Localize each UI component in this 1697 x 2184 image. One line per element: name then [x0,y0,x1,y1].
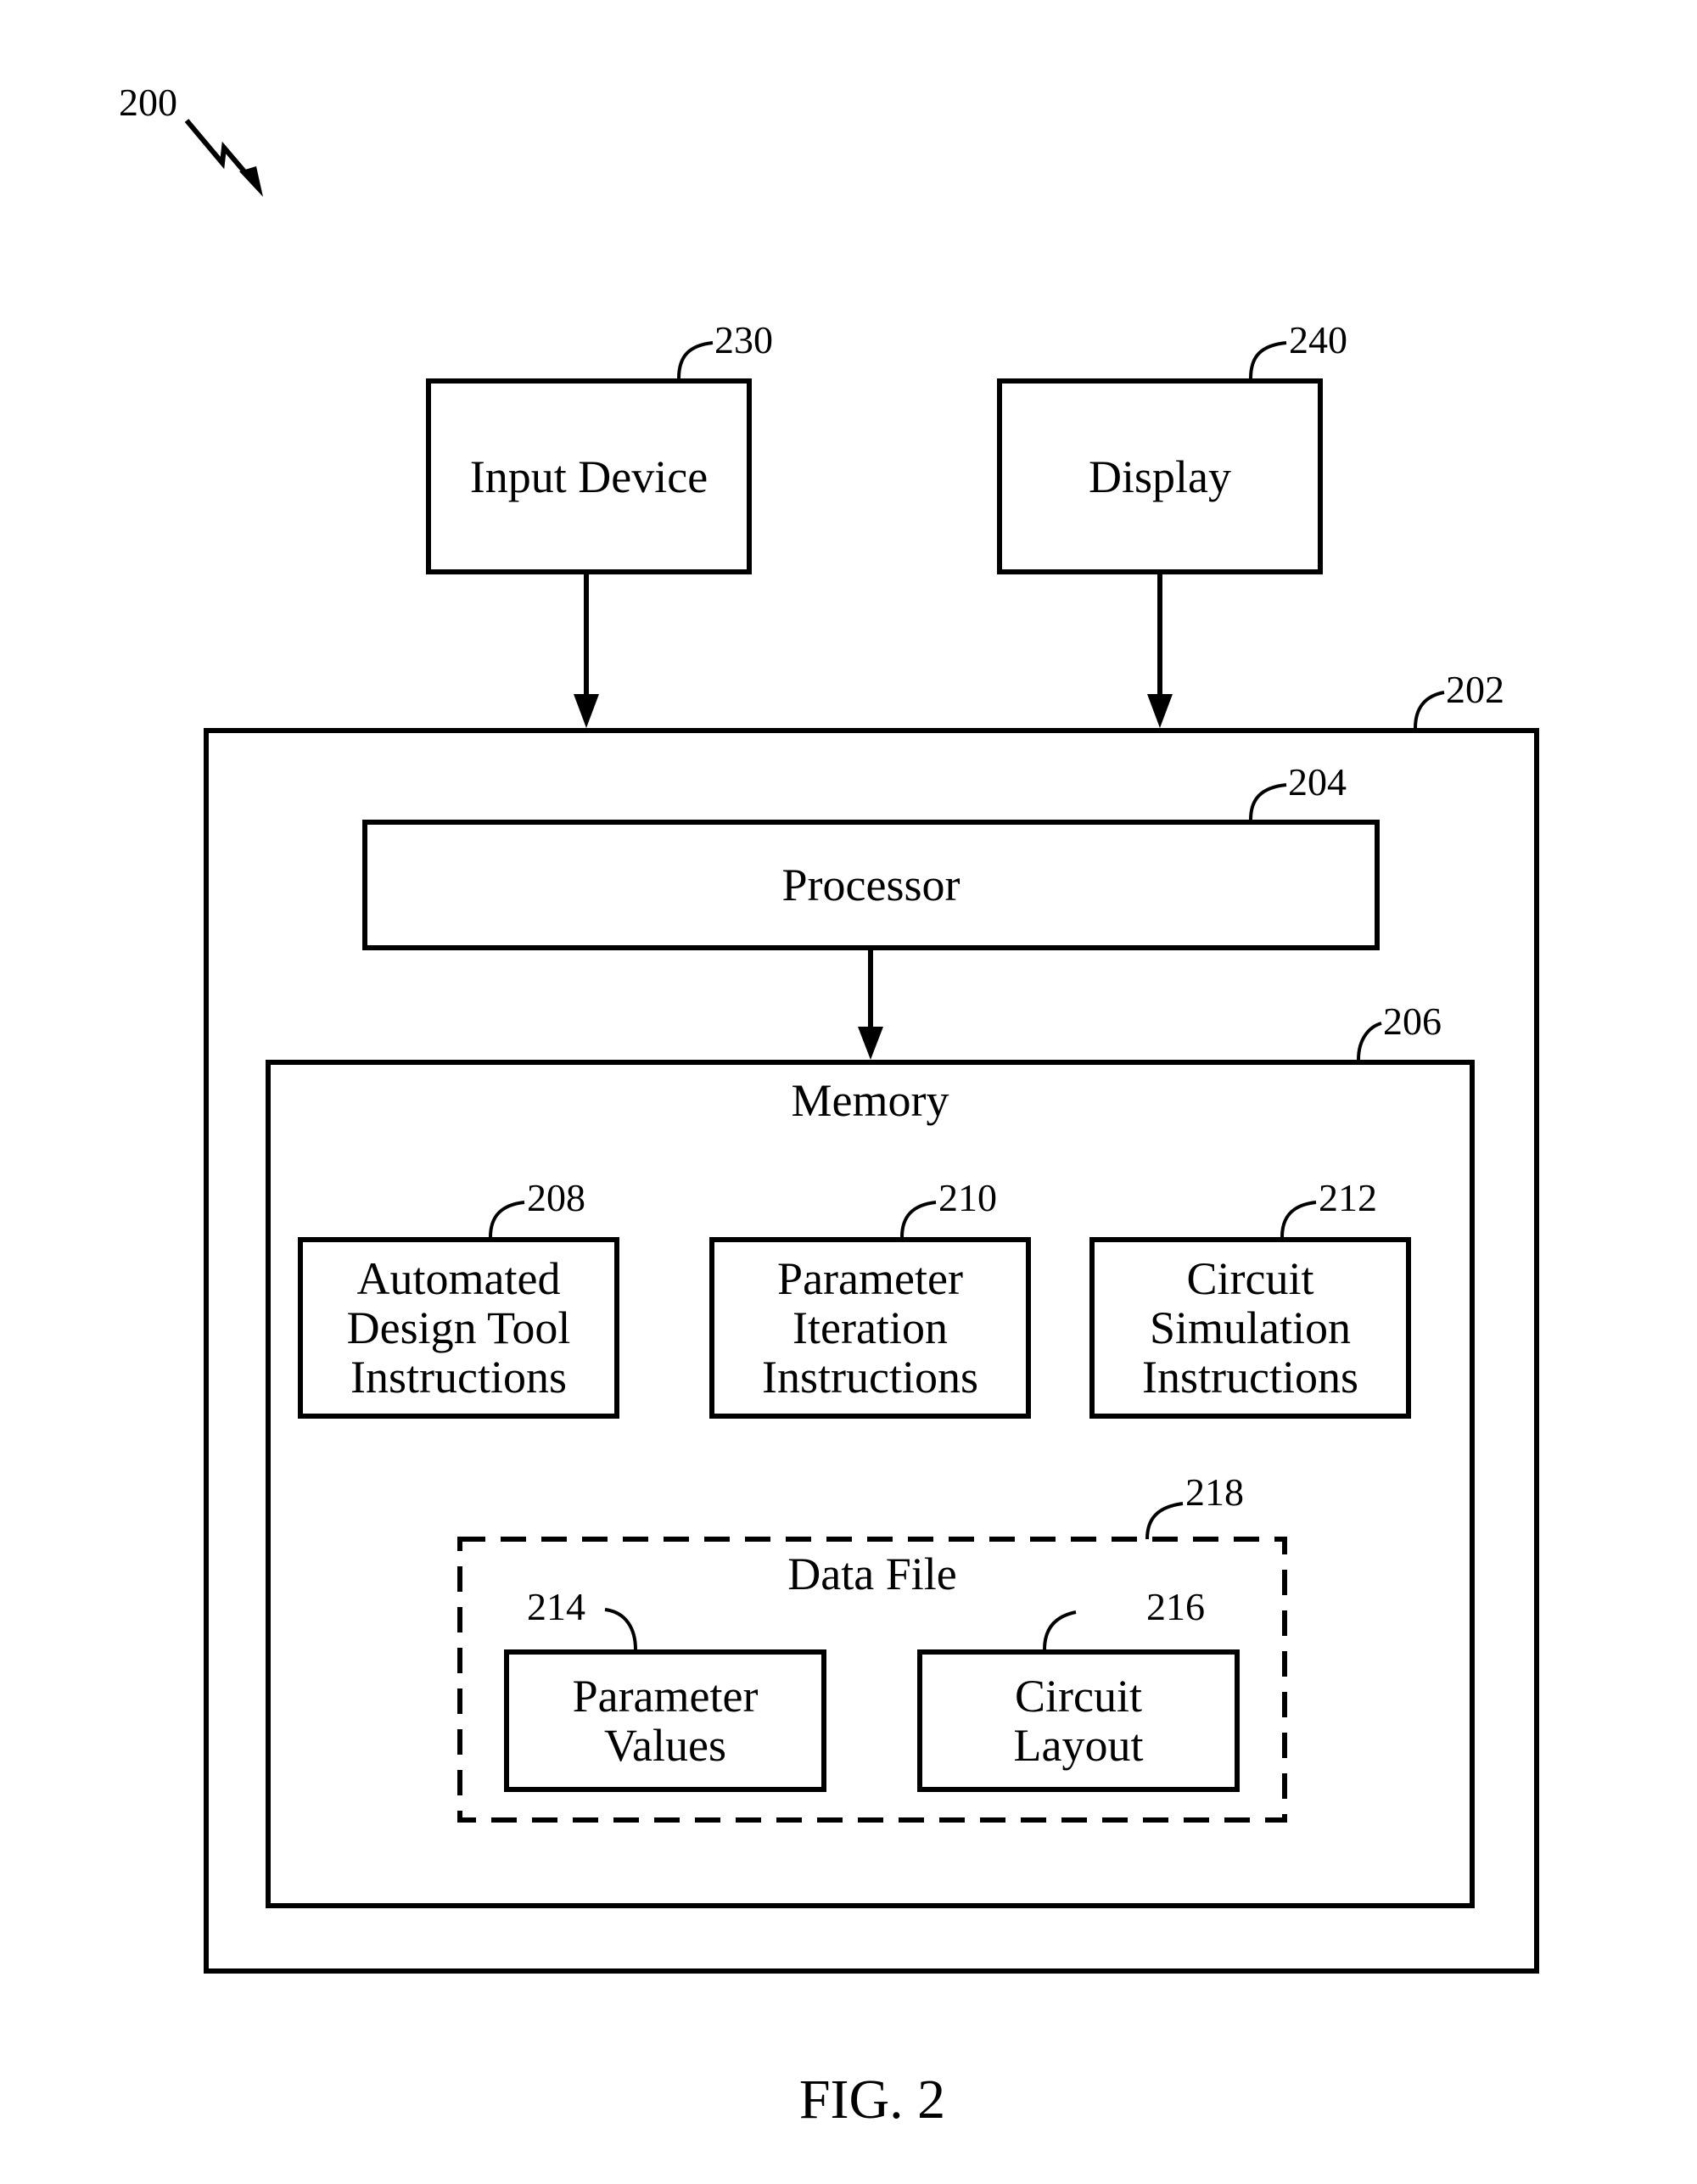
circuit-layout-label: Circuit Layout [1013,1671,1144,1771]
input-device-box: Input Device [426,378,752,574]
parameter-iteration-box: Parameter Iteration Instructions [709,1237,1031,1419]
computer-ref: 202 [1446,668,1504,711]
figure-caption: FIG. 2 [798,2069,946,2131]
parameter-values-box: Parameter Values [504,1649,826,1792]
input-device-label: Input Device [469,451,708,502]
circuit-layout-box: Circuit Layout [917,1649,1240,1792]
display-label: Display [1089,451,1231,502]
memory-label: Memory [791,1075,949,1126]
circuit-simulation-ref: 212 [1319,1176,1377,1219]
data-file-ref: 218 [1185,1470,1244,1514]
circuit-simulation-box: Circuit Simulation Instructions [1089,1237,1411,1419]
input-device-to-computer-arrow [574,574,599,728]
input-device-ref: 230 [714,318,773,361]
display-box: Display [997,378,1323,574]
circuit-layout-ref: 216 [1146,1585,1205,1628]
figure-reference-arrow-icon [184,119,263,197]
memory-box [266,1060,1475,1908]
automated-design-tool-ref: 208 [527,1176,585,1219]
parameter-iteration-ref: 210 [938,1176,997,1219]
parameter-values-ref: 214 [527,1585,585,1628]
processor-box: Processor [362,820,1380,950]
memory-ref: 206 [1383,1000,1442,1043]
parameter-values-label: Parameter Values [572,1671,759,1771]
processor-label: Processor [781,860,961,910]
parameter-iteration-label: Parameter Iteration Instructions [762,1253,978,1403]
automated-design-tool-box: Automated Design Tool Instructions [298,1237,619,1419]
patent-figure: 200 Input Device 230 Display 240 202 Pro… [0,0,1697,2184]
automated-design-tool-label: Automated Design Tool Instructions [346,1253,571,1403]
figure-reference-label: 200 [119,81,177,124]
display-ref: 240 [1289,318,1347,361]
processor-ref: 204 [1288,760,1347,804]
circuit-simulation-label: Circuit Simulation Instructions [1142,1253,1358,1403]
display-to-computer-arrow [1147,574,1173,728]
